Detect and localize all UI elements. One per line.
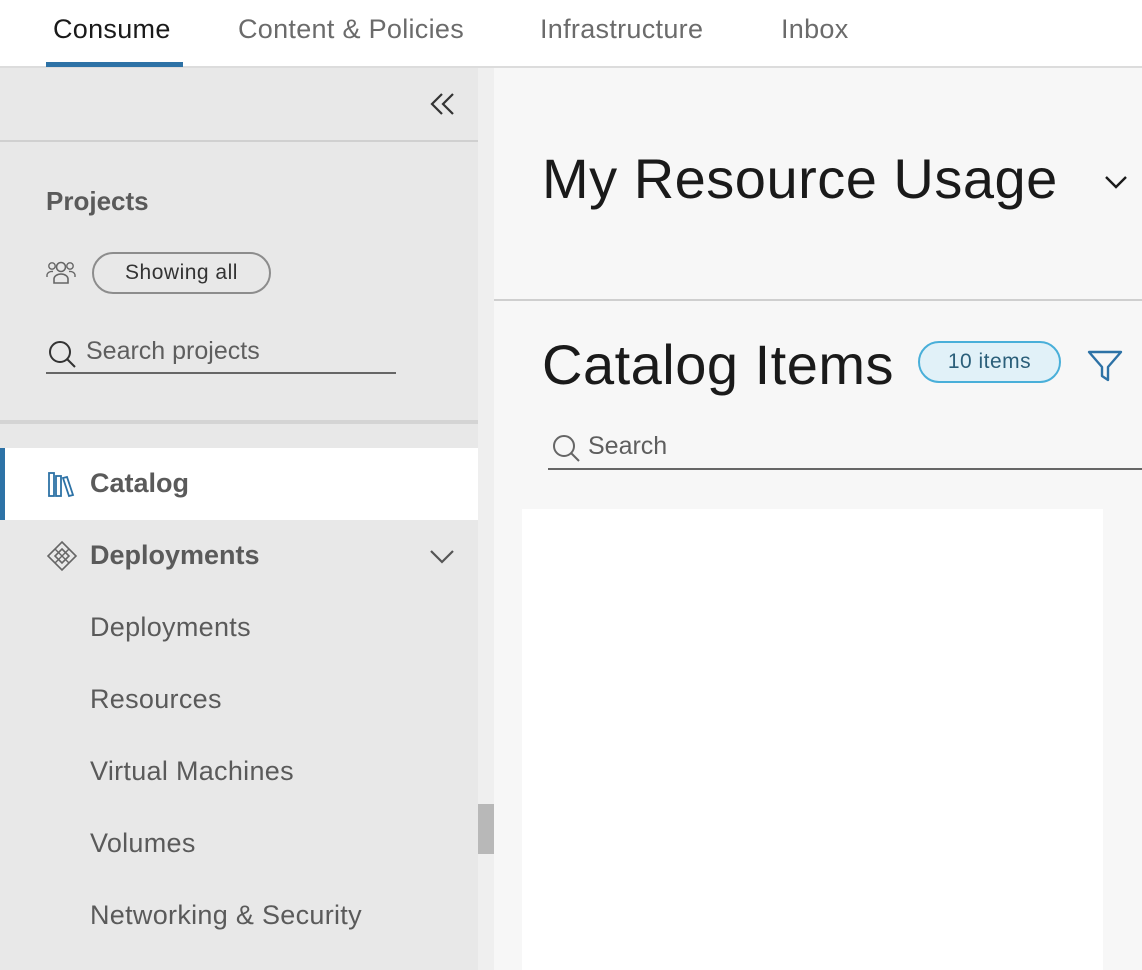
main-divider bbox=[494, 299, 1142, 301]
people-icon bbox=[46, 258, 76, 288]
resource-usage-title: My Resource Usage bbox=[542, 147, 1058, 210]
chevron-down-icon[interactable] bbox=[428, 542, 456, 570]
tab-content-and-policies[interactable]: Content & Policies bbox=[238, 14, 464, 45]
sidebar-divider bbox=[0, 140, 478, 142]
sidebar-section-divider bbox=[0, 420, 478, 424]
projects-search-input[interactable] bbox=[86, 334, 386, 368]
collapse-sidebar-button[interactable] bbox=[428, 88, 458, 120]
search-icon bbox=[49, 341, 76, 368]
sidebar-subitem-resources[interactable]: Resources bbox=[90, 684, 222, 715]
sidebar-scrollbar-thumb[interactable] bbox=[478, 804, 494, 854]
books-icon bbox=[48, 472, 75, 498]
projects-heading: Projects bbox=[46, 186, 149, 216]
projects-filter-button[interactable]: Showing all bbox=[92, 252, 271, 294]
sidebar-subitem-virtual-machines[interactable]: Virtual Machines bbox=[90, 756, 294, 787]
search-icon bbox=[553, 435, 580, 462]
catalog-items-title: Catalog Items bbox=[542, 333, 894, 396]
top-navigation: Consume Content & Policies Infrastructur… bbox=[0, 0, 1142, 68]
sidebar-subitem-networking-security[interactable]: Networking & Security bbox=[90, 900, 362, 931]
projects-search-field bbox=[46, 332, 396, 374]
tab-infrastructure[interactable]: Infrastructure bbox=[540, 14, 703, 45]
sidebar-subitem-volumes[interactable]: Volumes bbox=[90, 828, 196, 859]
filter-icon bbox=[1087, 350, 1123, 382]
double-chevron-left-icon bbox=[430, 93, 454, 115]
sidebar-item-label: Deployments bbox=[90, 540, 260, 570]
network-diamond-icon bbox=[46, 540, 78, 572]
sidebar-item-label: Catalog bbox=[90, 468, 190, 498]
tab-consume[interactable]: Consume bbox=[53, 14, 171, 45]
catalog-count-badge: 10 items bbox=[918, 341, 1061, 383]
filter-button[interactable] bbox=[1086, 348, 1124, 384]
active-tab-indicator bbox=[46, 62, 183, 67]
sidebar-item-catalog[interactable]: Catalog bbox=[0, 448, 478, 520]
resource-usage-toggle[interactable] bbox=[1100, 168, 1132, 196]
sidebar-subitem-deployments[interactable]: Deployments bbox=[90, 612, 251, 643]
catalog-search-input[interactable] bbox=[588, 428, 1128, 464]
catalog-card[interactable] bbox=[522, 509, 1103, 970]
tab-inbox[interactable]: Inbox bbox=[781, 14, 849, 45]
catalog-search-field bbox=[548, 424, 1142, 470]
sidebar-item-deployments[interactable]: Deployments bbox=[0, 520, 478, 592]
chevron-down-icon bbox=[1105, 176, 1127, 189]
